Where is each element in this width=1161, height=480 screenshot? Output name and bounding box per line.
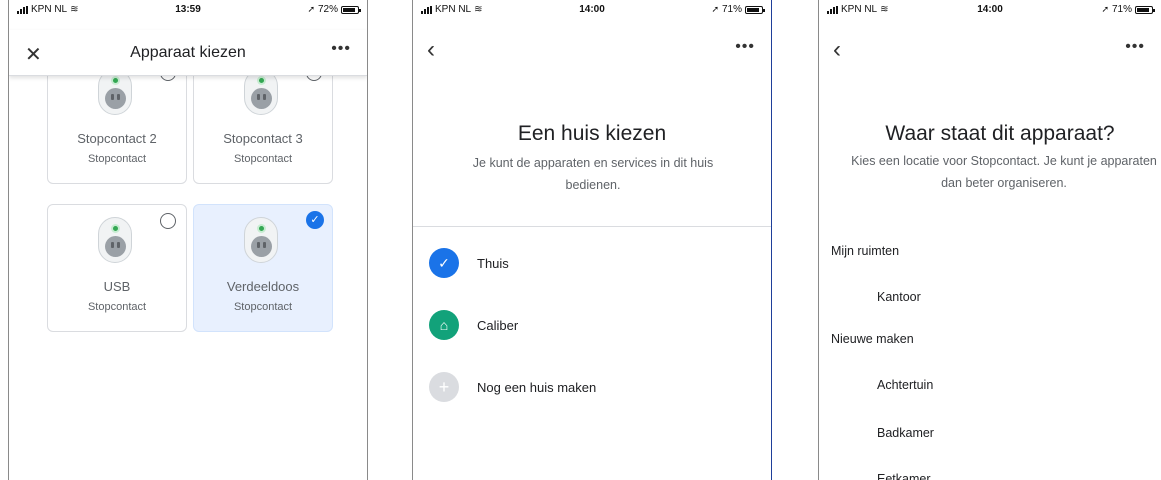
- screen-home-picker: KPN NL ≋ 14:00 ➚ 71% ‹ ••• Een huis kiez…: [412, 0, 772, 480]
- check-icon: ✓: [429, 248, 459, 278]
- battery-percent: 71%: [721, 4, 742, 15]
- device-type: Stopcontact: [87, 153, 147, 165]
- battery-percent: 72%: [317, 4, 338, 15]
- radio-unchecked-icon[interactable]: [160, 213, 176, 229]
- section-my-rooms: Mijn ruimten: [831, 244, 900, 258]
- check-icon[interactable]: ✓: [306, 211, 324, 229]
- device-name: Verdeeldoos: [226, 279, 300, 294]
- page-subtitle: Kies een locatie voor Stopcontact. Je ku…: [851, 154, 1157, 190]
- location-arrow-icon: ➚: [307, 4, 315, 14]
- back-icon[interactable]: ‹: [427, 36, 435, 64]
- device-name: USB: [103, 279, 131, 294]
- screen-device-picker: KPN NL ≋ 13:59 ➚ 72% ✕ Apparaat kiezen •…: [8, 0, 368, 480]
- page-title: Waar staat dit apparaat?: [885, 122, 1115, 145]
- more-options-icon[interactable]: •••: [735, 38, 755, 56]
- location-arrow-icon: ➚: [1101, 4, 1109, 14]
- device-type: Stopcontact: [233, 301, 293, 313]
- room-item-achtertuin[interactable]: Achtertuin: [877, 378, 933, 392]
- more-options-icon[interactable]: •••: [331, 40, 351, 58]
- battery-icon: [745, 5, 765, 14]
- outlet-icon: [98, 217, 132, 263]
- device-name: Stopcontact 3: [223, 131, 303, 146]
- home-label: Nog een huis maken: [477, 379, 597, 395]
- divider: [413, 226, 771, 227]
- device-card[interactable]: USB Stopcontact: [47, 204, 187, 332]
- status-bar: KPN NL ≋ 14:00 ➚ 71%: [819, 0, 1161, 18]
- screen-room-picker: KPN NL ≋ 14:00 ➚ 71% ‹ ••• Waar staat di…: [818, 0, 1161, 480]
- battery-icon: [341, 5, 361, 14]
- outlet-icon: [244, 217, 278, 263]
- device-type: Stopcontact: [87, 301, 147, 313]
- status-bar: KPN NL ≋ 13:59 ➚ 72%: [9, 0, 367, 18]
- app-bar: ✕ Apparaat kiezen •••: [9, 30, 367, 76]
- back-icon[interactable]: ‹: [833, 36, 841, 64]
- page-title: Een huis kiezen: [517, 122, 667, 145]
- room-item-kantoor[interactable]: Kantoor: [877, 290, 921, 304]
- battery-percent: 71%: [1111, 4, 1132, 15]
- room-item-eetkamer[interactable]: Eetkamer: [877, 472, 931, 480]
- section-new-rooms: Nieuwe maken: [831, 332, 914, 346]
- house-icon: ⌂: [429, 310, 459, 340]
- device-card-selected[interactable]: ✓ Verdeeldoos Stopcontact: [193, 204, 333, 332]
- home-item-thuis[interactable]: ✓ Thuis: [429, 248, 509, 278]
- plus-icon: +: [429, 372, 459, 402]
- more-options-icon[interactable]: •••: [1125, 38, 1145, 56]
- battery-icon: [1135, 5, 1155, 14]
- device-type: Stopcontact: [233, 153, 293, 165]
- page-subtitle: Je kunt de apparaten en services in dit …: [472, 156, 714, 192]
- home-label: Caliber: [477, 317, 519, 333]
- page-title: Apparaat kiezen: [130, 44, 246, 61]
- room-item-badkamer[interactable]: Badkamer: [877, 426, 934, 440]
- location-arrow-icon: ➚: [711, 4, 719, 14]
- home-item-new[interactable]: + Nog een huis maken: [429, 372, 596, 402]
- app-bar: ‹ •••: [819, 30, 1161, 70]
- home-label: Thuis: [477, 255, 509, 271]
- device-name: Stopcontact 2: [77, 131, 157, 146]
- status-bar: KPN NL ≋ 14:00 ➚ 71%: [413, 0, 771, 18]
- home-item-caliber[interactable]: ⌂ Caliber: [429, 310, 518, 340]
- app-bar: ‹ •••: [413, 30, 771, 70]
